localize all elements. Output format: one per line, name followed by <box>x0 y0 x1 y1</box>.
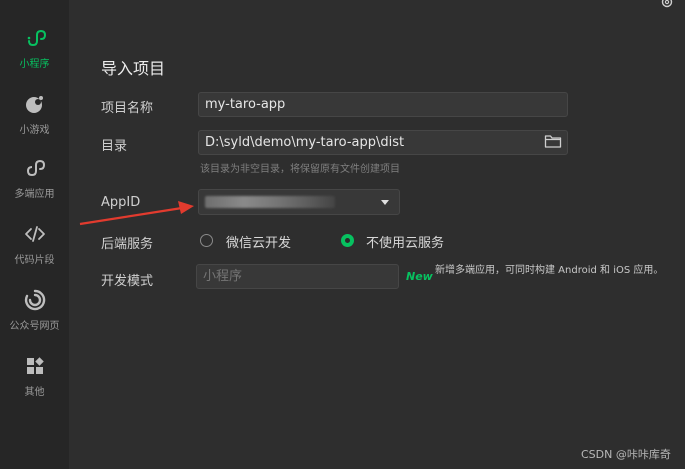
directory-label: 目录 <box>101 139 128 154</box>
project-name-label: 项目名称 <box>101 101 154 116</box>
radio-no-cloud-label[interactable]: 不使用云服务 <box>366 232 444 251</box>
directory-hint: 该目录为非空目录，将保留原有文件创建项目 <box>200 164 400 175</box>
watermark: CSDN @咔咔库奇 <box>581 448 671 461</box>
sidebar-item-label: 小游戏 <box>19 125 50 136</box>
code-icon <box>24 226 45 242</box>
sidebar-item-label: 代码片段 <box>14 255 55 266</box>
dev-mode-select[interactable] <box>196 264 399 289</box>
other-icon <box>26 357 44 374</box>
official-account-icon <box>24 289 45 311</box>
gear-icon[interactable] <box>660 0 674 9</box>
project-name-input[interactable] <box>198 92 568 117</box>
sidebar-item-code-snippets[interactable]: 代码片段 <box>0 223 69 279</box>
sidebar-item-label: 多端应用 <box>14 189 55 200</box>
appid-redacted-value <box>205 196 335 208</box>
minigame-icon <box>25 96 43 113</box>
sidebar: 小程序 小游戏 多端应用 代码片段 公众号网页 其他 <box>0 0 69 469</box>
dev-mode-label: 开发模式 <box>101 274 154 289</box>
sidebar-item-official-account[interactable]: 公众号网页 <box>0 289 69 345</box>
backend-label: 后端服务 <box>101 237 154 252</box>
folder-icon[interactable] <box>544 133 562 149</box>
radio-wechat-cloud-label[interactable]: 微信云开发 <box>226 232 291 251</box>
sidebar-item-miniprogram[interactable]: 小程序 <box>0 27 69 83</box>
miniprogram-icon <box>27 29 46 47</box>
sidebar-item-label: 公众号网页 <box>9 321 60 332</box>
directory-input[interactable] <box>198 130 568 155</box>
multi-platform-description: 新增多端应用，可同时构建 Android 和 iOS 应用。 <box>435 265 664 276</box>
sidebar-item-other[interactable]: 其他 <box>0 355 69 411</box>
radio-no-cloud[interactable] <box>341 234 354 247</box>
appid-label: AppID <box>101 195 141 210</box>
multi-platform-icon <box>26 159 45 177</box>
sidebar-item-label: 其他 <box>24 387 45 398</box>
sidebar-item-minigame[interactable]: 小游戏 <box>0 93 69 149</box>
page-title: 导入项目 <box>101 59 166 78</box>
radio-wechat-cloud[interactable] <box>200 234 213 247</box>
new-badge: New <box>406 270 433 283</box>
sidebar-item-label: 小程序 <box>19 59 50 70</box>
caret-down-icon <box>381 200 389 205</box>
appid-select[interactable] <box>198 189 400 215</box>
sidebar-item-multi-platform[interactable]: 多端应用 <box>0 157 69 213</box>
